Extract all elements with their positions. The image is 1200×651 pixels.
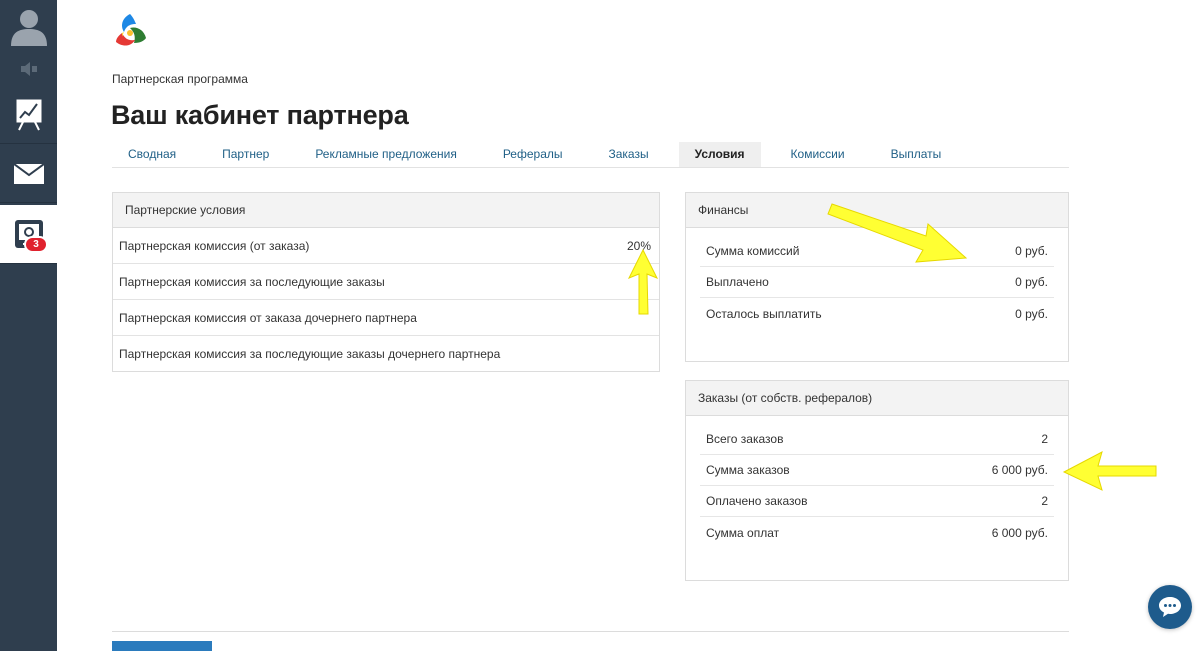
table-row: Партнерская комиссия (от заказа) 20% (113, 228, 659, 264)
panel-title: Заказы (от собств. рефералов) (686, 381, 1068, 416)
row-label: Осталось выплатить (706, 306, 822, 321)
row-label: Партнерская комиссия за последующие зака… (119, 347, 501, 361)
row-label: Сумма заказов (706, 463, 790, 477)
tab-referrals[interactable]: Рефералы (487, 142, 579, 167)
page-title: Ваш кабинет партнера (111, 100, 409, 130)
tab-orders[interactable]: Заказы (593, 142, 665, 167)
primary-button[interactable] (112, 641, 212, 651)
table-row: Оплачено заказов 2 (700, 486, 1054, 517)
chat-bubble-icon (1159, 597, 1181, 617)
table-row: Партнерская комиссия за последующие зака… (113, 264, 659, 300)
chart-board-icon (16, 99, 41, 130)
company-logo (113, 14, 147, 48)
footer-divider (112, 631, 1069, 632)
table-row: Выплачено 0 руб. (700, 267, 1054, 298)
tab-partner[interactable]: Партнер (206, 142, 285, 167)
annotation-arrow-icon (1062, 451, 1157, 491)
tab-terms[interactable]: Условия (678, 142, 761, 167)
annotation-arrow-icon (627, 248, 659, 315)
row-label: Выплачено (706, 275, 769, 289)
table-row: Партнерская комиссия от заказа дочернего… (113, 300, 659, 336)
partner-terms-panel: Партнерские условия Партнерская комиссия… (112, 192, 660, 372)
row-label: Сумма оплат (706, 525, 780, 540)
row-label: Партнерская комиссия за последующие зака… (119, 274, 385, 289)
sidebar-item-stats[interactable] (0, 86, 57, 144)
tab-bar: Сводная Партнер Рекламные предложения Ре… (112, 142, 1069, 168)
row-value: 0 руб. (1015, 306, 1048, 321)
sidebar-item-partner[interactable] (0, 205, 57, 264)
annotation-arrow-icon (827, 203, 968, 263)
breadcrumb[interactable]: Партнерская программа (112, 72, 248, 86)
user-avatar-icon (10, 10, 47, 46)
sound-toggle[interactable] (0, 52, 57, 86)
table-row: Сумма заказов 6 000 руб. (700, 455, 1054, 486)
row-label: Всего заказов (706, 432, 784, 446)
row-label: Оплачено заказов (706, 494, 808, 508)
table-row: Сумма оплат 6 000 руб. (700, 517, 1054, 548)
panel-title: Партнерские условия (113, 193, 659, 228)
tab-summary[interactable]: Сводная (112, 142, 192, 167)
row-value: 0 руб. (1015, 244, 1048, 258)
table-row: Всего заказов 2 (700, 424, 1054, 455)
sidebar-item-mail[interactable] (0, 145, 57, 203)
row-label: Партнерская комиссия (от заказа) (119, 238, 310, 253)
row-value: 2 (1041, 432, 1048, 446)
row-value: 6 000 руб. (991, 525, 1048, 540)
orders-panel: Заказы (от собств. рефералов) Всего зака… (685, 380, 1069, 581)
tab-ad-offers[interactable]: Рекламные предложения (299, 142, 473, 167)
table-row: Партнерская комиссия за последующие зака… (113, 336, 659, 372)
row-value: 0 руб. (1015, 275, 1048, 289)
table-row: Осталось выплатить 0 руб. (700, 298, 1054, 329)
tab-commissions[interactable]: Комиссии (775, 142, 861, 167)
tab-payouts[interactable]: Выплаты (875, 142, 958, 167)
notification-badge: 3 (24, 236, 48, 253)
mail-icon (13, 163, 44, 184)
sidebar: 3 (0, 0, 57, 651)
user-avatar[interactable] (0, 0, 57, 52)
chat-button[interactable] (1148, 585, 1192, 629)
row-label: Партнерская комиссия от заказа дочернего… (119, 310, 417, 325)
row-value: 6 000 руб. (991, 463, 1048, 477)
row-label: Сумма комиссий (706, 244, 800, 258)
speaker-icon (20, 62, 37, 76)
row-value: 2 (1041, 494, 1048, 508)
